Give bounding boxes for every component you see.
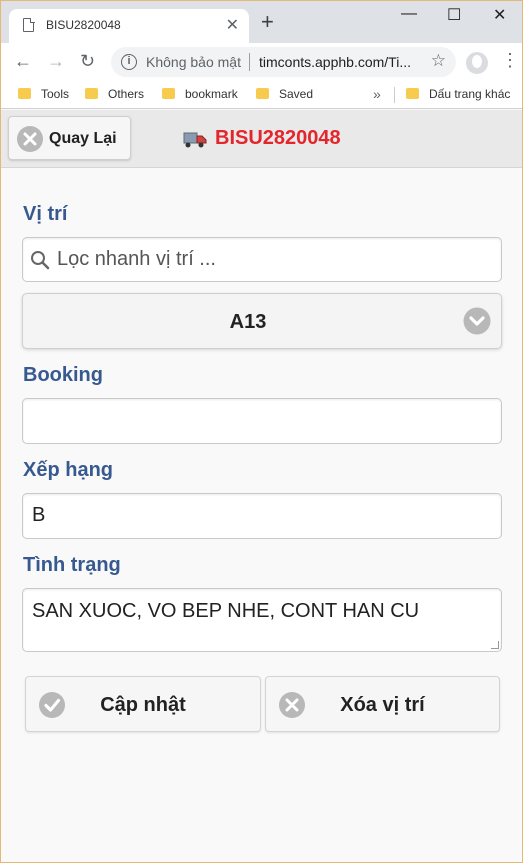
browser-tab-strip: BISU2820048 ✕ + — ☐ ✕: [1, 1, 522, 43]
bookmark-tools[interactable]: Tools: [18, 87, 69, 101]
status-label: Tình trạng: [23, 554, 121, 576]
address-bar[interactable]: i Không bảo mật timconts.apphb.com/Ti...…: [111, 47, 456, 77]
folder-icon: [256, 88, 269, 99]
document-icon: [23, 17, 35, 32]
app-header: Quay Lại BISU2820048: [1, 110, 522, 168]
chevron-down-icon: [463, 307, 491, 335]
folder-icon: [162, 88, 175, 99]
folder-icon: [85, 88, 98, 99]
update-button[interactable]: Cập nhật: [25, 676, 261, 732]
browser-toolbar: ← → ↻ i Không bảo mật timconts.apphb.com…: [1, 43, 522, 81]
bookmark-star-icon[interactable]: ☆: [431, 51, 446, 71]
page-title: BISU2820048: [215, 127, 341, 149]
menu-kebab-icon[interactable]: ⋮: [501, 51, 519, 69]
security-label: Không bảo mật: [146, 54, 241, 70]
resize-handle[interactable]: [491, 641, 499, 649]
location-label: Vị trí: [23, 203, 68, 225]
profile-avatar-icon[interactable]: [466, 52, 488, 74]
bookmark-other-bookmarks[interactable]: Dấu trang khác: [406, 87, 510, 101]
close-circle-icon: [17, 126, 43, 152]
status-value: SAN XUOC, VO BEP NHE, CONT HAN CU: [32, 600, 420, 622]
location-selected-value: A13: [229, 311, 267, 333]
grade-label: Xếp hạng: [23, 459, 114, 481]
booking-field[interactable]: [22, 398, 502, 444]
bookmark-others[interactable]: Others: [85, 87, 144, 101]
tab-title: BISU2820048: [46, 18, 121, 32]
location-search-field[interactable]: [22, 237, 502, 282]
update-button-label: Cập nhật: [100, 694, 186, 716]
new-tab-button[interactable]: +: [261, 11, 274, 33]
location-search-input[interactable]: [57, 238, 487, 280]
back-arrow-icon[interactable]: ←: [14, 51, 32, 72]
divider: [249, 53, 250, 71]
window-close-button[interactable]: ✕: [493, 5, 506, 25]
forward-arrow-icon[interactable]: →: [47, 51, 65, 72]
back-button-label: Quay Lại: [49, 130, 117, 147]
status-textarea[interactable]: SAN XUOC, VO BEP NHE, CONT HAN CU: [22, 588, 502, 652]
truck-icon: [183, 132, 207, 148]
back-button[interactable]: Quay Lại: [8, 116, 131, 160]
grade-value: B: [32, 504, 46, 526]
divider: [394, 87, 395, 103]
info-icon[interactable]: i: [121, 54, 137, 70]
bookmarks-bar: Tools Others bookmark Saved » Dấu trang …: [1, 81, 522, 109]
folder-icon: [18, 88, 31, 99]
tab-close-icon[interactable]: ✕: [226, 15, 239, 35]
booking-label: Booking: [23, 364, 103, 386]
search-icon: [31, 251, 50, 270]
url-text[interactable]: timconts.apphb.com/Ti...: [259, 54, 419, 70]
folder-icon: [406, 88, 419, 99]
grade-field[interactable]: B: [22, 493, 502, 539]
browser-tab[interactable]: BISU2820048 ✕: [9, 9, 249, 43]
bookmarks-overflow-icon[interactable]: »: [373, 86, 381, 102]
maximize-button[interactable]: ☐: [447, 5, 461, 25]
bookmark-saved[interactable]: Saved: [256, 87, 313, 101]
delete-location-button-label: Xóa vị trí: [340, 694, 425, 716]
delete-location-button[interactable]: Xóa vị trí: [265, 676, 500, 732]
location-select[interactable]: A13: [22, 293, 502, 349]
bookmark-bookmark[interactable]: bookmark: [162, 87, 238, 101]
reload-icon[interactable]: ↻: [80, 51, 95, 72]
minimize-button[interactable]: —: [401, 5, 417, 23]
